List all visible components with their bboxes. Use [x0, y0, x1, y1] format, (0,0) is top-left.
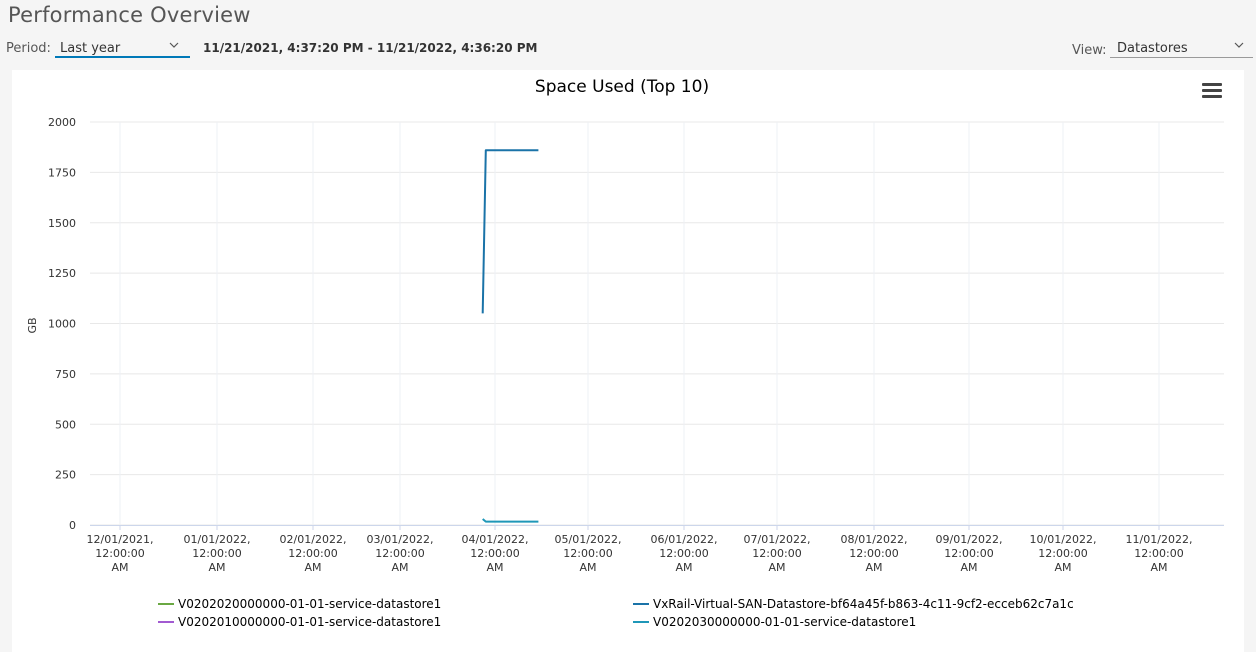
chevron-down-icon	[169, 42, 179, 48]
x-tick-label: AM	[1150, 561, 1167, 574]
x-tick-label: AM	[208, 561, 225, 574]
x-tick-label: 12:00:00	[944, 547, 993, 560]
x-tick-label: 12/01/2021,	[87, 533, 154, 546]
legend-swatch	[633, 602, 649, 605]
period-select[interactable]: Last year	[55, 37, 190, 58]
x-tick-label: 07/01/2022,	[744, 533, 811, 546]
x-tick-label: 03/01/2022,	[367, 533, 434, 546]
x-tick-label: AM	[391, 561, 408, 574]
x-tick-label: 09/01/2022,	[936, 533, 1003, 546]
legend-swatch	[158, 602, 174, 605]
y-tick-label: 1000	[48, 318, 76, 331]
y-tick-label: 1500	[48, 217, 76, 230]
y-axis-label: GB	[26, 317, 39, 333]
x-tick-label: 12:00:00	[470, 547, 519, 560]
x-tick-label: AM	[675, 561, 692, 574]
x-tick-label: AM	[960, 561, 977, 574]
x-tick-label: AM	[865, 561, 882, 574]
x-tick-label: 10/01/2022,	[1030, 533, 1097, 546]
y-tick-label: 250	[55, 469, 76, 482]
x-tick-label: 12:00:00	[752, 547, 801, 560]
x-tick-label: 08/01/2022,	[841, 533, 908, 546]
period-label: Period:	[6, 41, 51, 56]
x-tick-label: 04/01/2022,	[462, 533, 529, 546]
x-tick-label: 12:00:00	[849, 547, 898, 560]
page-title: Performance Overview	[8, 3, 251, 27]
y-tick-label: 1250	[48, 267, 76, 280]
x-tick-label: 05/01/2022,	[555, 533, 622, 546]
legend-item[interactable]: V0202020000000-01-01-service-datastore1	[158, 596, 441, 612]
x-tick-label: 01/01/2022,	[184, 533, 251, 546]
x-tick-label: 12:00:00	[659, 547, 708, 560]
view-label: View:	[1072, 43, 1107, 58]
x-tick-label: 12:00:00	[1038, 547, 1087, 560]
legend-label: V0202010000000-01-01-service-datastore1	[178, 615, 442, 629]
y-tick-label: 2000	[48, 116, 76, 129]
x-tick-label: AM	[111, 561, 128, 574]
x-tick-label: 12:00:00	[563, 547, 612, 560]
x-tick-label: 12:00:00	[95, 547, 144, 560]
x-tick-label: AM	[768, 561, 785, 574]
legend-label: VxRail-Virtual-SAN-Datastore-bf64a45f-b8…	[653, 597, 1074, 611]
x-tick-label: 02/01/2022,	[280, 533, 347, 546]
x-tick-label: 06/01/2022,	[651, 533, 718, 546]
view-select[interactable]: Datastores	[1110, 37, 1253, 58]
x-tick-label: 12:00:00	[1134, 547, 1183, 560]
y-tick-label: 1750	[48, 166, 76, 179]
x-tick-label: 12:00:00	[192, 547, 241, 560]
legend-swatch	[633, 620, 649, 623]
series-line	[481, 149, 539, 314]
time-range-text: 11/21/2021, 4:37:20 PM - 11/21/2022, 4:3…	[203, 41, 538, 55]
chart-panel: Space Used (Top 10) 0 250 500 750 1000 1250 15…	[12, 70, 1244, 652]
view-select-value: Datastores	[1117, 41, 1188, 56]
legend-item[interactable]: VxRail-Virtual-SAN-Datastore-bf64a45f-b8…	[633, 596, 1074, 612]
x-tick-label: AM	[1054, 561, 1071, 574]
y-tick-label: 500	[55, 418, 76, 431]
x-tick-label: AM	[579, 561, 596, 574]
x-tick-label: AM	[304, 561, 321, 574]
space-used-chart: 0 250 500 750 1000 1250 1500 1750 2000 12/01/2021…	[26, 116, 1224, 574]
legend-swatch	[158, 620, 174, 623]
x-tick-label: 12:00:00	[375, 547, 424, 560]
legend-label: V0202020000000-01-01-service-datastore1	[178, 597, 442, 611]
series-line	[482, 518, 539, 523]
x-tick-label: 12:00:00	[288, 547, 337, 560]
legend-label: V0202030000000-01-01-service-datastore1	[653, 615, 917, 629]
legend-item[interactable]: V0202030000000-01-01-service-datastore1	[633, 614, 916, 630]
y-tick-label: 0	[69, 519, 76, 532]
period-select-value: Last year	[60, 41, 121, 56]
legend-item[interactable]: V0202010000000-01-01-service-datastore1	[158, 614, 441, 630]
chevron-down-icon	[1234, 42, 1244, 48]
x-tick-label: 11/01/2022,	[1126, 533, 1193, 546]
y-tick-label: 750	[55, 368, 76, 381]
x-tick-label: AM	[486, 561, 503, 574]
